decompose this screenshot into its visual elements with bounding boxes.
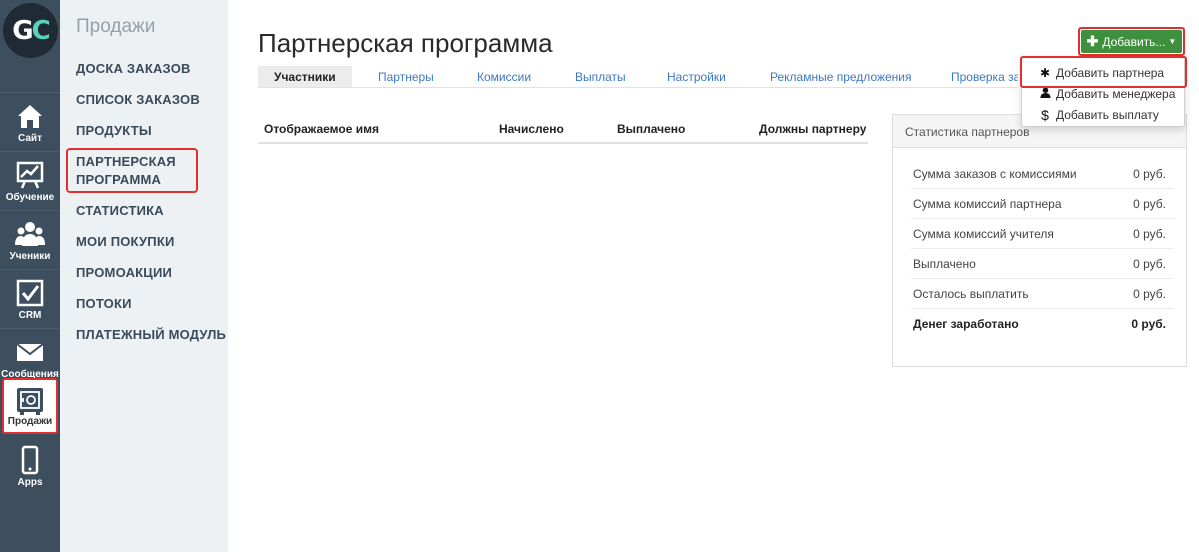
checkbox-icon [16, 279, 44, 307]
phone-icon [21, 445, 39, 475]
tab-payouts[interactable]: Выплаты [575, 66, 626, 87]
sidebar-item-payment-module[interactable]: ПЛАТЕЖНЫЙ МОДУЛЬ [76, 326, 226, 344]
sidebar-item-promotions[interactable]: ПРОМОАКЦИИ [76, 264, 172, 282]
tab-partners[interactable]: Партнеры [378, 66, 434, 87]
menu-item-add-manager[interactable]: Добавить менеджера [1022, 83, 1184, 104]
column-header-display-name[interactable]: Отображаемое имя [264, 122, 379, 136]
stat-label: Сумма комиссий учителя [913, 227, 1054, 241]
rail-item-sales[interactable]: Продажи [2, 378, 58, 434]
sidebar-item-products[interactable]: ПРОДУКТЫ [76, 122, 152, 140]
participants-table-header: Отображаемое имя Начислено Выплачено Дол… [258, 116, 868, 144]
menu-item-label: Добавить партнера [1056, 65, 1165, 80]
menu-item-label: Добавить выплату [1056, 107, 1159, 122]
rail-item-label: Ученики [9, 251, 51, 262]
envelope-icon [16, 343, 44, 361]
add-dropdown-menu: ✱ Добавить партнера Добавить менеджера $… [1021, 57, 1185, 127]
sidebar-item-order-board[interactable]: ДОСКА ЗАКАЗОВ [76, 60, 191, 78]
stat-label: Сумма комиссий партнера [913, 197, 1062, 211]
icon-rail: GC Сайт Обучение Ученики CRM Сообщения П… [0, 0, 60, 552]
tab-participants[interactable]: Участники [258, 66, 352, 87]
tab-bar: Участники Партнеры Комиссии Выплаты Наст… [258, 66, 1018, 88]
asterisk-icon: ✱ [1039, 65, 1051, 80]
tab-ad-offers[interactable]: Рекламные предложения [770, 66, 912, 87]
rail-item-apps[interactable]: Apps [0, 436, 60, 494]
rail-item-label: Apps [17, 477, 43, 488]
stat-label: Осталось выплатить [913, 287, 1029, 301]
highlight-box [66, 148, 198, 193]
stat-row-total: Денег заработано 0 руб. [911, 309, 1174, 339]
rail-item-site[interactable]: Сайт [0, 92, 60, 150]
rail-item-label: Продажи [7, 416, 53, 427]
caret-down-icon: ▼ [1168, 37, 1177, 46]
person-icon [1038, 86, 1052, 101]
sidebar-item-streams[interactable]: ПОТОКИ [76, 295, 132, 313]
section-title: Продажи [76, 16, 156, 37]
tab-commissions[interactable]: Комиссии [477, 66, 531, 87]
home-icon [18, 105, 42, 128]
menu-item-add-partner[interactable]: ✱ Добавить партнера [1022, 62, 1184, 83]
stat-value: 0 руб. [1133, 227, 1166, 241]
getcourse-logo[interactable]: GC [3, 3, 58, 58]
tab-settings[interactable]: Настройки [667, 66, 726, 87]
add-button-highlight: ✚ Добавить... ▼ [1078, 27, 1185, 56]
users-icon [15, 222, 45, 246]
rail-item-students[interactable]: Ученики [0, 210, 60, 268]
stat-label: Сумма заказов с комиссиями [913, 167, 1077, 181]
rail-item-learning[interactable]: Обучение [0, 151, 60, 209]
menu-item-label: Добавить менеджера [1056, 86, 1176, 101]
column-header-accrued[interactable]: Начислено [499, 122, 564, 136]
chart-board-icon [16, 161, 44, 189]
column-header-paid[interactable]: Выплачено [617, 122, 685, 136]
sidebar-item-statistics[interactable]: СТАТИСТИКА [76, 202, 164, 220]
tab-order-check[interactable]: Проверка заказов [951, 66, 1018, 87]
stat-value: 0 руб. [1133, 167, 1166, 181]
add-button[interactable]: ✚ Добавить... ▼ [1081, 30, 1182, 53]
dollar-icon: $ [1041, 106, 1049, 123]
stat-value: 0 руб. [1133, 197, 1166, 211]
add-button-label: Добавить... [1102, 34, 1166, 49]
sidebar-item-my-purchases[interactable]: МОИ ПОКУПКИ [76, 233, 175, 251]
rail-item-label: Сайт [18, 133, 42, 144]
safe-icon [17, 388, 43, 415]
stat-row: Сумма комиссий партнера 0 руб. [911, 189, 1174, 219]
stat-label: Денег заработано [913, 317, 1019, 331]
section-sidebar: Продажи ДОСКА ЗАКАЗОВ СПИСОК ЗАКАЗОВ ПРО… [60, 0, 228, 552]
sidebar-item-order-list[interactable]: СПИСОК ЗАКАЗОВ [76, 91, 200, 109]
rail-item-label: Обучение [5, 192, 55, 203]
stat-row: Сумма комиссий учителя 0 руб. [911, 219, 1174, 249]
menu-item-add-payout[interactable]: $ Добавить выплату [1022, 104, 1184, 125]
partner-stats-panel: Статистика партнеров Сумма заказов с ком… [892, 114, 1187, 367]
rail-item-crm[interactable]: CRM [0, 269, 60, 327]
page-title: Партнерская программа [258, 28, 553, 58]
rail-item-label: CRM [18, 310, 42, 321]
stat-row: Осталось выплатить 0 руб. [911, 279, 1174, 309]
stat-label: Выплачено [913, 257, 976, 271]
column-header-owed[interactable]: Должны партнеру [759, 122, 866, 136]
plus-icon: ✚ [1086, 33, 1099, 49]
stat-value: 0 руб. [1133, 287, 1166, 301]
stat-row: Сумма заказов с комиссиями 0 руб. [911, 159, 1174, 189]
stat-value: 0 руб. [1133, 257, 1166, 271]
stat-value: 0 руб. [1131, 317, 1166, 331]
stat-row: Выплачено 0 руб. [911, 249, 1174, 279]
